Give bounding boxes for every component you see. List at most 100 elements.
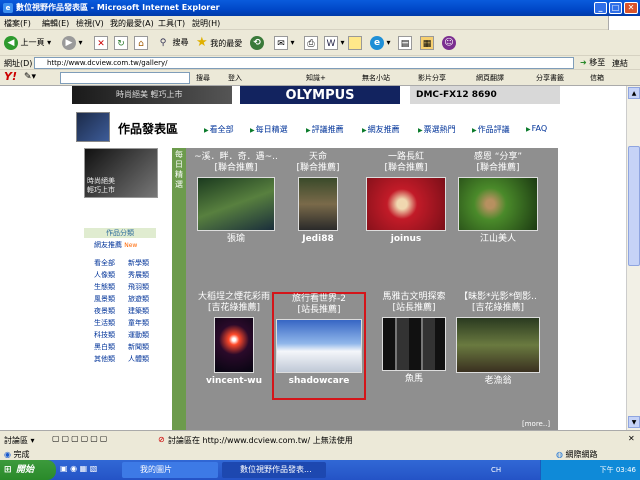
task-my-pictures[interactable]: 我的圖片	[122, 462, 218, 478]
back-button[interactable]: ◀ 上一頁 ▾	[4, 33, 51, 53]
research-button[interactable]: ▤	[398, 33, 412, 53]
minimize-button[interactable]: _	[594, 2, 607, 14]
yahoo-signin-button[interactable]: 登入	[228, 73, 242, 83]
menu-help[interactable]: 說明(H)	[192, 18, 220, 29]
gallery-item-selected[interactable]: 旅行看世界-2 [站長推薦] shadowcare	[272, 292, 366, 400]
nav-popular[interactable]: 票選熱門	[418, 124, 456, 135]
start-button[interactable]: ⊞ 開始	[0, 460, 56, 480]
task-browser[interactable]: 數位視野作品發表...	[222, 462, 326, 478]
bookmark-button[interactable]: ▦	[420, 33, 434, 53]
gallery-item[interactable]: 馬雅古文明探索 [站長推薦] 魚馬	[368, 292, 460, 385]
discuss-button[interactable]	[348, 33, 362, 53]
messenger-button[interactable]: e ▾	[370, 33, 391, 53]
yahoo-search-button[interactable]: 搜尋	[196, 73, 210, 83]
category-link[interactable]: 旅遊類	[128, 294, 149, 304]
category-link[interactable]: 其他類	[94, 354, 115, 364]
category-link[interactable]: 童年類	[128, 318, 149, 328]
close-discuss-icon[interactable]: ✕	[628, 434, 635, 443]
category-link[interactable]: 生態類	[94, 282, 115, 292]
yahoo-item-wretch[interactable]: 無名小站	[362, 73, 390, 83]
print-button[interactable]: ⎙	[304, 33, 318, 53]
nav-daily[interactable]: 每日精選	[250, 124, 288, 135]
close-button[interactable]: ✕	[624, 2, 638, 14]
mail-button[interactable]: ✉ ▾	[274, 33, 295, 53]
nav-review[interactable]: 評議推薦	[306, 124, 344, 135]
category-link[interactable]: 人像類	[94, 270, 115, 280]
photo-thumbnail[interactable]	[366, 177, 446, 231]
yahoo-messenger-button[interactable]: ☺	[442, 33, 456, 53]
yahoo-item-knowledge[interactable]: 知識+	[306, 73, 326, 83]
category-link[interactable]: 飛羽類	[128, 282, 149, 292]
nikon-ad[interactable]: 時尚絕美 輕巧上市	[84, 148, 158, 198]
yahoo-item-bookmarks[interactable]: 分享書籤	[536, 73, 564, 83]
category-link[interactable]: 人體類	[128, 354, 149, 364]
history-button[interactable]: ⟲	[250, 33, 264, 53]
photo-thumbnail[interactable]	[276, 319, 362, 373]
yahoo-item-translate[interactable]: 網頁翻譯	[476, 73, 504, 83]
language-indicator[interactable]: CH	[491, 460, 501, 480]
menu-tools[interactable]: 工具(T)	[158, 18, 185, 29]
menu-file[interactable]: 檔案(F)	[4, 18, 31, 29]
photo-thumbnail[interactable]	[458, 177, 538, 231]
quick-launch[interactable]: ▣ ◉ ▦ ▧	[60, 464, 112, 476]
category-link[interactable]: 科技類	[94, 330, 115, 340]
favorites-button[interactable]: ★ 我的最愛	[196, 33, 242, 53]
menu-edit[interactable]: 編輯(E)	[42, 18, 69, 29]
yahoo-search-input[interactable]	[60, 72, 190, 84]
menu-view[interactable]: 檢視(V)	[76, 18, 104, 29]
forward-button[interactable]: ▶ ▾	[62, 33, 83, 53]
menu-bar: 檔案(F) 編輯(E) 檢視(V) 我的最愛(A) 工具(T) 說明(H)	[0, 16, 640, 30]
pencil-icon[interactable]: ✎▾	[24, 72, 36, 82]
vertical-scrollbar[interactable]: ▲ ▼	[626, 86, 640, 430]
gallery-item[interactable]: 一路長紅 [聯合推薦] joinus	[360, 152, 452, 245]
nav-faq[interactable]: FAQ	[526, 124, 548, 133]
gallery-item[interactable]: 【昧影*光影*倒影.. [吉花綠推薦] 老漁翁	[452, 292, 544, 387]
category-link[interactable]: 看全部	[94, 258, 115, 268]
gallery-item[interactable]: 天命 [聯合推薦] Jedi88	[272, 152, 364, 245]
olympus-banner[interactable]: OLYMPUS	[240, 86, 400, 104]
scroll-down-icon[interactable]: ▼	[628, 416, 640, 428]
search-button[interactable]: ⚲ 搜尋	[156, 33, 189, 53]
category-link[interactable]: 生活類	[94, 318, 115, 328]
category-link[interactable]: 新聞類	[128, 342, 149, 352]
category-link[interactable]: 黑白類	[94, 342, 115, 352]
gallery-item[interactable]: 大稻埕之煙花彩雨 [吉花綠推薦] vincent-wu	[188, 292, 280, 387]
maximize-button[interactable]: □	[609, 2, 622, 14]
scroll-thumb[interactable]	[628, 146, 640, 266]
yahoo-logo[interactable]: Y!	[4, 70, 17, 83]
yahoo-item-mail[interactable]: 信箱	[590, 73, 604, 83]
photo-thumbnail[interactable]	[298, 177, 338, 231]
more-link[interactable]: [more..]	[522, 420, 550, 428]
discuss-toolbar-button[interactable]: 討論區 ▾	[4, 435, 35, 446]
category-link[interactable]: 建築類	[128, 306, 149, 316]
photo-thumbnail[interactable]	[456, 317, 540, 373]
photo-thumbnail[interactable]	[214, 317, 254, 373]
category-link[interactable]: 風景類	[94, 294, 115, 304]
address-input[interactable]: http://www.dcview.com.tw/gallery/	[34, 57, 574, 69]
discuss-icons[interactable]: ▢▢▢▢▢▢	[52, 434, 109, 443]
photo-thumbnail[interactable]	[197, 177, 275, 231]
gallery-item[interactable]: 感恩 “分享” [聯合推薦] 江山美人	[452, 152, 544, 245]
home-button[interactable]: ⌂	[134, 33, 148, 53]
scroll-up-icon[interactable]: ▲	[628, 87, 640, 99]
links-button[interactable]: 連結	[612, 58, 628, 69]
nav-all[interactable]: 看全部	[204, 124, 234, 135]
category-link[interactable]: 運動類	[128, 330, 149, 340]
category-link[interactable]: 新學類	[128, 258, 149, 268]
stop-button[interactable]: ✕	[94, 33, 108, 53]
category-link[interactable]: 秀展類	[128, 270, 149, 280]
go-button[interactable]: ➜ 移至	[580, 57, 605, 68]
category-link[interactable]: 夜景類	[94, 306, 115, 316]
photo-thumbnail[interactable]	[382, 317, 446, 371]
yahoo-item-video[interactable]: 影片分享	[418, 73, 446, 83]
panasonic-banner[interactable]: DMC-FX12 8690	[410, 86, 560, 104]
nikon-banner[interactable]: 時尚絕美 輕巧上市	[72, 86, 232, 104]
nav-user-picks[interactable]: 網友推薦	[362, 124, 400, 135]
refresh-button[interactable]: ↻	[114, 33, 128, 53]
recommend-link[interactable]: 網友推薦 New	[94, 240, 137, 250]
nav-critique[interactable]: 作品評議	[472, 124, 510, 135]
edit-button[interactable]: W ▾	[324, 33, 345, 53]
messenger-icon: e	[370, 35, 384, 50]
gallery-item[interactable]: ~溪．畔．奇．遇~.. [聯合推薦] 張瑜	[190, 152, 282, 245]
menu-favorites[interactable]: 我的最愛(A)	[110, 18, 154, 29]
